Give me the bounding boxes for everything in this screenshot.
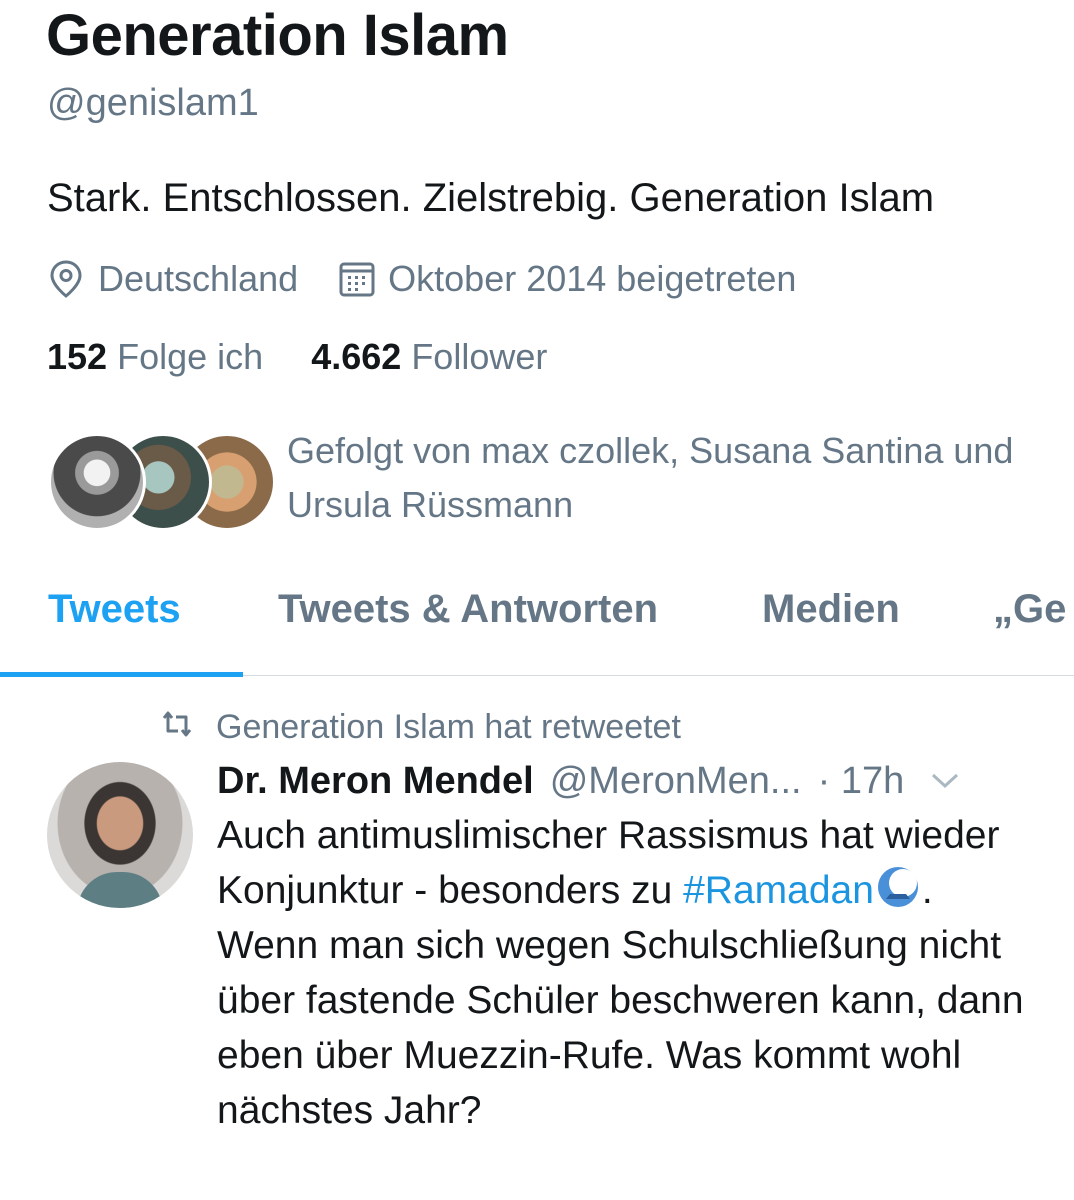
mosque-crescent-icon bbox=[877, 867, 918, 907]
profile-counts: 152 Folge ich 4.662 Follower bbox=[47, 336, 547, 378]
calendar-icon bbox=[338, 260, 376, 298]
avatar bbox=[48, 433, 146, 531]
joined-item: Oktober 2014 beigetreten bbox=[338, 258, 796, 300]
retweet-label: Generation Islam hat retweetet bbox=[216, 707, 681, 746]
tab-media[interactable]: Medien bbox=[762, 587, 900, 632]
profile-tabs: Tweets Tweets & Antworten Medien „Ge bbox=[0, 560, 1074, 677]
joined-text: Oktober 2014 beigetreten bbox=[388, 258, 797, 299]
tweet-author-avatar[interactable] bbox=[47, 762, 193, 908]
retweet-icon bbox=[160, 708, 216, 747]
location-pin-icon bbox=[48, 259, 84, 299]
tweet-text: Auch antimuslimischer Rassismus hat wied… bbox=[217, 808, 1037, 1138]
followed-by-avatars[interactable] bbox=[48, 433, 276, 531]
followers-count: 4.662 bbox=[311, 336, 402, 377]
profile-bio: Stark. Entschlossen. Zielstrebig. Genera… bbox=[47, 176, 935, 220]
tweet-header: Dr. Meron Mendel @MeronMen... · 17h bbox=[217, 754, 960, 808]
profile-meta: Deutschland Oktober 2014 beigetreten bbox=[48, 254, 796, 304]
chevron-down-icon[interactable] bbox=[930, 771, 960, 791]
avatar-shirt bbox=[77, 872, 163, 908]
active-tab-indicator bbox=[0, 672, 243, 677]
profile-handle: @genislam1 bbox=[47, 82, 259, 124]
tweet-timestamp[interactable]: · 17h bbox=[818, 760, 905, 803]
tweet-author-handle[interactable]: @MeronMen... bbox=[550, 760, 802, 803]
followers-link[interactable]: 4.662 Follower bbox=[311, 336, 547, 377]
tweet-author-name[interactable]: Dr. Meron Mendel bbox=[217, 760, 534, 803]
following-count: 152 bbox=[47, 336, 108, 377]
tab-likes[interactable]: „Ge bbox=[993, 587, 1066, 632]
followers-label: Follower bbox=[411, 336, 548, 377]
tab-tweets[interactable]: Tweets bbox=[48, 587, 181, 632]
hashtag-link[interactable]: #Ramadan bbox=[683, 869, 874, 912]
retweet-context: Generation Islam hat retweetet bbox=[160, 704, 681, 750]
followed-by-text[interactable]: Gefolgt von max czollek, Susana Santina … bbox=[287, 424, 1047, 532]
tab-tweets-replies[interactable]: Tweets & Antworten bbox=[278, 587, 658, 632]
location-item: Deutschland bbox=[48, 258, 298, 300]
following-label: Folge ich bbox=[117, 336, 264, 377]
location-text: Deutschland bbox=[98, 258, 299, 299]
profile-name: Generation Islam bbox=[46, 3, 509, 68]
following-link[interactable]: 152 Folge ich bbox=[47, 336, 273, 377]
